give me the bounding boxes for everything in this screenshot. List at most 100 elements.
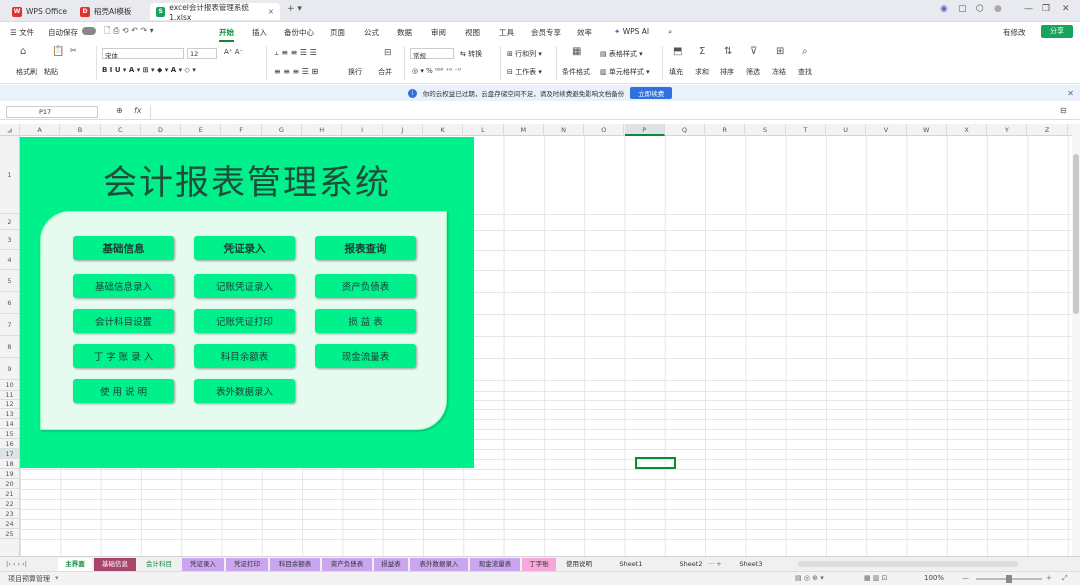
- column-header-cell[interactable]: C: [101, 124, 141, 136]
- column-header-cell[interactable]: G: [262, 124, 303, 136]
- menu-insert[interactable]: 插入: [252, 27, 267, 38]
- row-header-cell[interactable]: 3: [0, 230, 19, 250]
- sum-button[interactable]: 求和: [695, 67, 709, 77]
- quick-access-icons[interactable]: 🗋 ⎙ ⟲ ↶ ↷ ▾: [104, 25, 154, 39]
- name-box[interactable]: P17: [6, 106, 98, 118]
- menu-review[interactable]: 审阅: [431, 27, 446, 38]
- menu-page[interactable]: 页面: [330, 27, 345, 38]
- menu-efficiency[interactable]: 效率: [577, 27, 592, 38]
- autosave-toggle[interactable]: [82, 27, 96, 35]
- btn-off-sheet-data[interactable]: 表外数据录入: [194, 379, 295, 403]
- close-tab-icon[interactable]: ×: [268, 7, 274, 16]
- sheet-tab[interactable]: 凭证录入: [182, 558, 224, 571]
- view-icons[interactable]: ▤ ◎ ⊕ ▾: [795, 574, 824, 582]
- font-name-select[interactable]: 宋体: [102, 48, 184, 60]
- search-icon[interactable]: ⌕: [668, 27, 672, 37]
- filter-icon[interactable]: ⊽: [750, 46, 757, 57]
- column-header-cell[interactable]: B: [60, 124, 101, 136]
- sort-button[interactable]: 排序: [720, 67, 734, 77]
- column-header-cell[interactable]: M: [504, 124, 544, 136]
- close-notice-icon[interactable]: ✕: [1067, 89, 1074, 98]
- fx-icon[interactable]: fx: [134, 106, 142, 115]
- header-basic-info[interactable]: 基础信息: [73, 236, 174, 260]
- column-header-cell[interactable]: S: [745, 124, 786, 136]
- row-header-cell[interactable]: 16: [0, 439, 19, 449]
- scroll-thumb[interactable]: [1073, 154, 1079, 314]
- menu-view[interactable]: 视图: [465, 27, 480, 38]
- freeze-icon[interactable]: ⊞: [776, 46, 784, 57]
- zoom-level[interactable]: 100%: [924, 574, 944, 582]
- sheet-nav-icons[interactable]: |‹ ‹ › ›|: [6, 558, 27, 571]
- menu-formula[interactable]: 公式: [364, 27, 379, 38]
- settings-icon[interactable]: ⬡: [976, 4, 984, 14]
- header-report-query[interactable]: 报表查询: [315, 236, 416, 260]
- row-header-cell[interactable]: 22: [0, 499, 19, 509]
- select-all-corner[interactable]: ◢: [0, 124, 20, 136]
- sheet-tab[interactable]: Sheet3: [722, 558, 780, 571]
- sheet-tab[interactable]: 基础信息: [94, 558, 136, 571]
- header-voucher-entry[interactable]: 凭证录入: [194, 236, 295, 260]
- cut-icon[interactable]: ✂: [70, 46, 77, 55]
- menu-home[interactable]: 开始: [219, 27, 234, 42]
- column-header-cell[interactable]: J: [383, 124, 423, 136]
- paste-icon[interactable]: 📋: [52, 46, 64, 57]
- menu-data[interactable]: 数据: [397, 27, 412, 38]
- find-button[interactable]: 查找: [798, 67, 812, 77]
- rows-cols-button[interactable]: ⊞ 行和列 ▾: [507, 49, 542, 59]
- window-tab-workbook[interactable]: S excel会计报表管理系统1.xlsx ×: [150, 3, 280, 22]
- layout-icons[interactable]: ▦ ▥ ⊡: [864, 574, 888, 582]
- wrap-icon[interactable]: ⊟: [384, 48, 392, 58]
- row-header-cell[interactable]: 13: [0, 409, 19, 419]
- row-header-cell[interactable]: 17: [0, 449, 19, 459]
- column-header-cell[interactable]: W: [907, 124, 947, 136]
- btn-account-balance[interactable]: 科目余额表: [194, 344, 295, 368]
- horizontal-scrollbar[interactable]: [798, 561, 1018, 567]
- btn-account-setup[interactable]: 会计科目设置: [73, 309, 174, 333]
- share-button[interactable]: 分享: [1041, 25, 1073, 38]
- menu-wps-ai[interactable]: ✦ WPS AI: [614, 27, 649, 36]
- column-header-cell[interactable]: H: [302, 124, 343, 136]
- row-header-cell[interactable]: 4: [0, 250, 19, 270]
- cell-style-button[interactable]: ▥ 单元格样式 ▾: [600, 67, 650, 77]
- fill-icon[interactable]: ⬒: [673, 46, 682, 57]
- zoom-in-icon[interactable]: +: [1046, 574, 1052, 582]
- column-header-cell[interactable]: O: [584, 124, 625, 136]
- btn-balance-sheet[interactable]: 资产负债表: [315, 274, 416, 298]
- new-tab-icon[interactable]: + ▾: [287, 4, 302, 14]
- more-sheets-icon[interactable]: ··· +: [708, 558, 722, 571]
- worksheet-button[interactable]: ⊟ 工作表 ▾: [507, 67, 542, 77]
- column-header-cell[interactable]: Q: [665, 124, 706, 136]
- row-header-cell[interactable]: 15: [0, 429, 19, 439]
- btn-cash-flow[interactable]: 现金流量表: [315, 344, 416, 368]
- fill-button[interactable]: 填充: [669, 67, 683, 77]
- btn-voucher-print[interactable]: 记账凭证打印: [194, 309, 295, 333]
- zoom-icon[interactable]: ⊕: [116, 106, 123, 115]
- column-header-cell[interactable]: X: [947, 124, 988, 136]
- window-tab-docer[interactable]: D 稻壳AI模板: [74, 3, 137, 20]
- table-style-button[interactable]: ▤ 表格样式 ▾: [600, 49, 643, 59]
- btn-user-guide[interactable]: 使 用 说 明: [73, 379, 174, 403]
- number-buttons[interactable]: ◎ ▾ % ⁰⁰⁰ ⁺⁰ ⁻⁰: [412, 67, 461, 75]
- row-header-cell[interactable]: 2: [0, 214, 19, 230]
- row-header-cell[interactable]: 11: [0, 391, 19, 400]
- ai-icon[interactable]: ◉: [940, 4, 948, 14]
- close-window-icon[interactable]: ✕: [1062, 4, 1070, 14]
- row-header-cell[interactable]: 19: [0, 469, 19, 479]
- menu-file[interactable]: ☰ 文件: [10, 27, 34, 38]
- row-header-cell[interactable]: 25: [0, 529, 19, 539]
- wrap-text-button[interactable]: 换行: [348, 67, 362, 77]
- column-header-cell[interactable]: I: [342, 124, 383, 136]
- row-header-cell[interactable]: 9: [0, 358, 19, 380]
- btn-income-statement[interactable]: 损 益 表: [315, 309, 416, 333]
- number-format-select[interactable]: 常规: [410, 48, 454, 60]
- sheet-tab[interactable]: 现金流量表: [470, 558, 520, 571]
- column-header-cell[interactable]: T: [786, 124, 826, 136]
- sum-icon[interactable]: Σ: [699, 46, 705, 57]
- row-header-cell[interactable]: 7: [0, 314, 19, 336]
- sheet-tab[interactable]: 损益表: [374, 558, 408, 571]
- vertical-scrollbar[interactable]: [1072, 124, 1080, 556]
- sheet-tab[interactable]: 主界面: [58, 558, 92, 571]
- column-header-cell[interactable]: D: [141, 124, 182, 136]
- row-header-cell[interactable]: 6: [0, 292, 19, 314]
- renew-button[interactable]: 立即续费: [630, 87, 673, 99]
